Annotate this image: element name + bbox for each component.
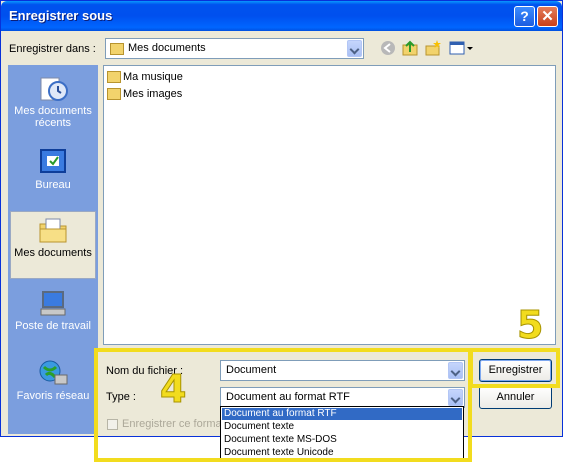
place-label: Bureau bbox=[35, 179, 71, 191]
music-folder-icon bbox=[107, 71, 121, 84]
title-bar[interactable]: Enregistrer sous ? ✕ bbox=[1, 1, 562, 31]
save-in-label: Enregistrer dans : bbox=[9, 43, 96, 55]
places-bar: Mes documents récents Bureau Mes documen… bbox=[8, 65, 98, 434]
highlight-box-fields bbox=[94, 348, 472, 462]
save-in-value: Mes documents bbox=[128, 42, 206, 54]
desktop-icon bbox=[40, 149, 66, 173]
network-icon bbox=[39, 360, 68, 385]
recent-documents-icon bbox=[40, 77, 68, 101]
up-folder-icon[interactable] bbox=[401, 39, 419, 57]
cancel-button[interactable]: Annuler bbox=[479, 386, 552, 409]
callout-number: 4 bbox=[159, 367, 187, 412]
place-label: Favoris réseau bbox=[16, 390, 90, 402]
back-icon[interactable] bbox=[379, 39, 397, 57]
place-recent-documents[interactable]: Mes documents récents bbox=[10, 70, 96, 138]
help-button[interactable]: ? bbox=[514, 6, 535, 27]
list-item[interactable]: Mes images bbox=[107, 88, 182, 104]
close-button[interactable]: ✕ bbox=[537, 6, 558, 27]
callout-number: 5 bbox=[516, 303, 544, 348]
save-in-combo[interactable]: Mes documents bbox=[105, 38, 364, 59]
place-label: Mes documents bbox=[14, 247, 92, 259]
view-menu-icon[interactable] bbox=[448, 39, 474, 57]
folder-icon bbox=[110, 43, 124, 55]
place-my-documents[interactable]: Mes documents bbox=[10, 211, 96, 279]
computer-icon bbox=[40, 291, 66, 316]
file-list[interactable]: Ma musique Mes images bbox=[103, 65, 556, 345]
place-my-computer[interactable]: Poste de travail bbox=[10, 285, 96, 353]
my-documents-icon bbox=[39, 218, 67, 243]
place-desktop[interactable]: Bureau bbox=[10, 144, 96, 212]
pictures-folder-icon bbox=[107, 88, 121, 101]
list-item[interactable]: Ma musique bbox=[107, 71, 183, 87]
new-folder-icon[interactable] bbox=[424, 39, 442, 57]
highlight-box-save bbox=[469, 348, 560, 388]
place-label: Poste de travail bbox=[15, 320, 91, 332]
place-network[interactable]: Favoris réseau bbox=[10, 355, 96, 423]
place-label: Mes documents récents bbox=[14, 105, 92, 129]
chevron-down-icon[interactable] bbox=[347, 40, 362, 57]
window-title: Enregistrer sous bbox=[9, 8, 113, 23]
